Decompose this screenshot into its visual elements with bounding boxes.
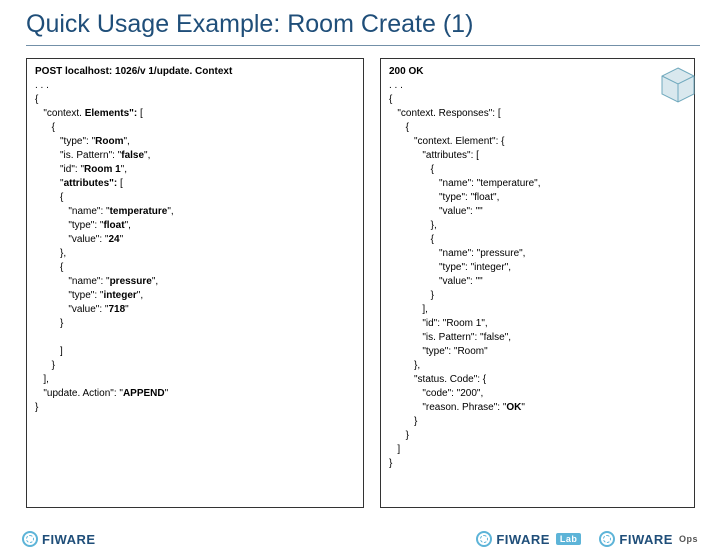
fiware-lab-logo: FIWARE Lab [476,531,581,547]
slide-title: Quick Usage Example: Room Create (1) [26,10,473,39]
title-underline [26,45,700,46]
response-code-box: 200 OK . . . { "context. Responses": [ {… [380,58,695,508]
gear-icon [22,531,38,547]
gear-icon [599,531,615,547]
fiware-ops-logo: FIWARE Ops [599,531,698,547]
slide-footer: FIWARE FIWARE Lab FIWARE Ops [0,525,720,553]
request-code-box: POST localhost: 1026/v 1/update. Context… [26,58,364,508]
cube-icon [658,66,698,106]
gear-icon [476,531,492,547]
fiware-logo: FIWARE [22,531,96,547]
